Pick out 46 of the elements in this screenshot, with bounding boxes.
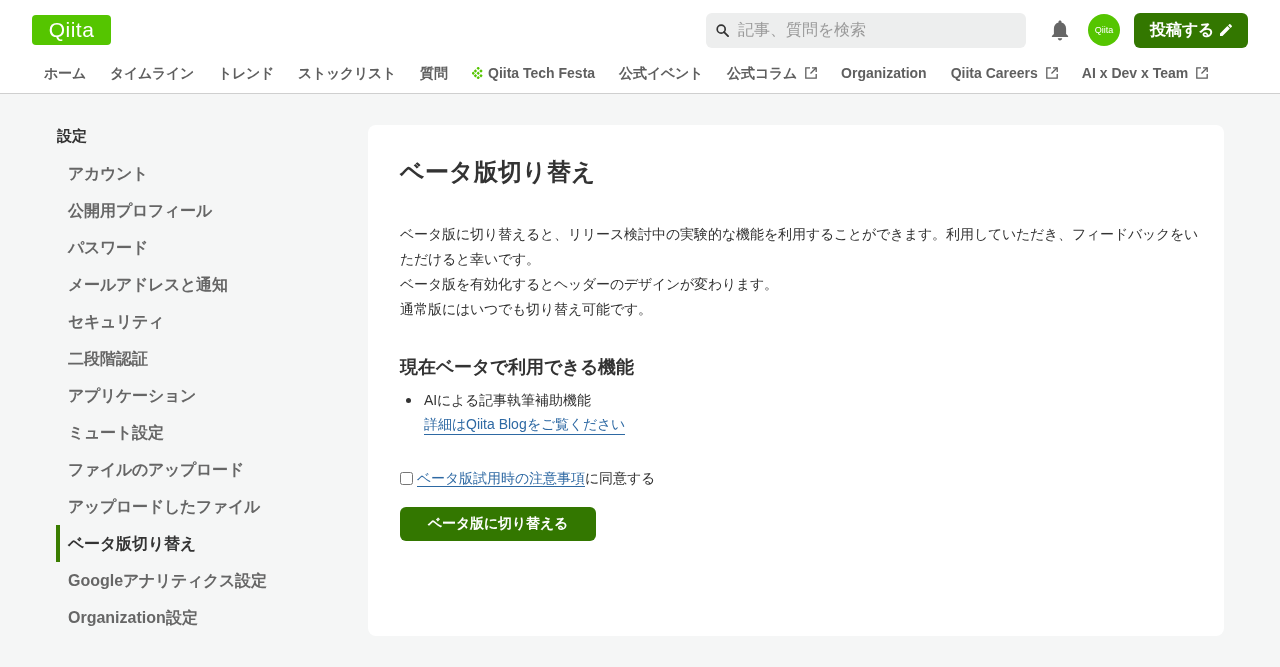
description-text: ベータ版を有効化するとヘッダーのデザインが変わります。 xyxy=(400,275,779,294)
sidebar-item[interactable]: ファイルのアップロード xyxy=(56,451,252,488)
nav-link[interactable]: 質問 xyxy=(408,60,460,86)
nav-link[interactable]: タイムライン xyxy=(98,60,206,86)
blog-link[interactable]: 詳細はQiita Blogをご覧ください xyxy=(424,414,625,435)
agree-checkbox[interactable] xyxy=(400,472,413,485)
sidebar-item[interactable]: 公開用プロフィール xyxy=(56,192,220,229)
nav-link[interactable]: 公式コラム xyxy=(715,60,830,86)
pencil-icon xyxy=(1220,24,1232,36)
nav-link[interactable]: トレンド xyxy=(206,60,286,86)
nav-link[interactable]: 公式イベント xyxy=(607,60,716,86)
section-heading: 現在ベータで利用できる機能 xyxy=(400,356,635,379)
sidebar-item[interactable]: ベータ版切り替え xyxy=(56,525,204,562)
nav-link[interactable]: Organization xyxy=(829,60,939,86)
description-text: 通常版にはいつでも切り替え可能です。 xyxy=(400,300,653,319)
sidebar-item[interactable]: アカウント xyxy=(56,155,156,192)
sidebar-item[interactable]: アプリケーション xyxy=(56,377,204,414)
feature-text: AIによる記事執筆補助機能 xyxy=(424,391,592,410)
sidebar-item[interactable]: メールアドレスと通知 xyxy=(56,266,236,303)
sidebar-item[interactable]: Googleアナリティクス設定 xyxy=(56,562,276,599)
sidebar-item[interactable]: ミュート設定 xyxy=(56,414,172,451)
post-button[interactable]: 投稿する xyxy=(1134,12,1248,48)
external-link-icon xyxy=(805,67,818,79)
notice-link[interactable]: ベータ版試用時の注意事項 xyxy=(417,470,585,487)
nav-link[interactable]: ストックリスト xyxy=(286,60,408,86)
sidebar-item[interactable]: Organization設定 xyxy=(56,599,206,636)
diamond-grid-icon xyxy=(472,67,484,79)
page-title: ベータ版切り替え xyxy=(400,157,597,187)
sidebar-item[interactable]: セキュリティ xyxy=(56,303,172,340)
nav-link[interactable]: AI x Dev x Team xyxy=(1069,60,1221,86)
description-text: ベータ版に切り替えると、リリース検討中の実験的な機能を利用することができます。利用していただき、フィードバックをいただけると幸いです。 xyxy=(400,225,1199,269)
bell-icon[interactable] xyxy=(1051,19,1069,41)
sidebar-item[interactable]: 二段階認証 xyxy=(56,340,156,377)
sidebar-item[interactable]: アップロードしたファイル xyxy=(56,488,268,525)
sidebar-title: 設定 xyxy=(57,126,87,146)
nav-link[interactable]: Qiita Careers xyxy=(938,60,1070,86)
search-icon xyxy=(716,23,729,37)
sidebar-item[interactable]: パスワード xyxy=(56,229,156,266)
nav-link[interactable]: Qiita Tech Festa xyxy=(460,60,608,86)
switch-button[interactable]: ベータ版に切り替える xyxy=(400,507,596,541)
external-link-icon xyxy=(1045,67,1058,79)
bullet-icon xyxy=(406,398,411,403)
search-field[interactable]: 記事、質問を検索 xyxy=(706,12,1026,48)
nav-link[interactable]: ホーム xyxy=(32,60,98,86)
external-link-icon xyxy=(1196,67,1209,79)
agreement-text: ベータ版試用時の注意事項に同意する xyxy=(417,469,655,489)
